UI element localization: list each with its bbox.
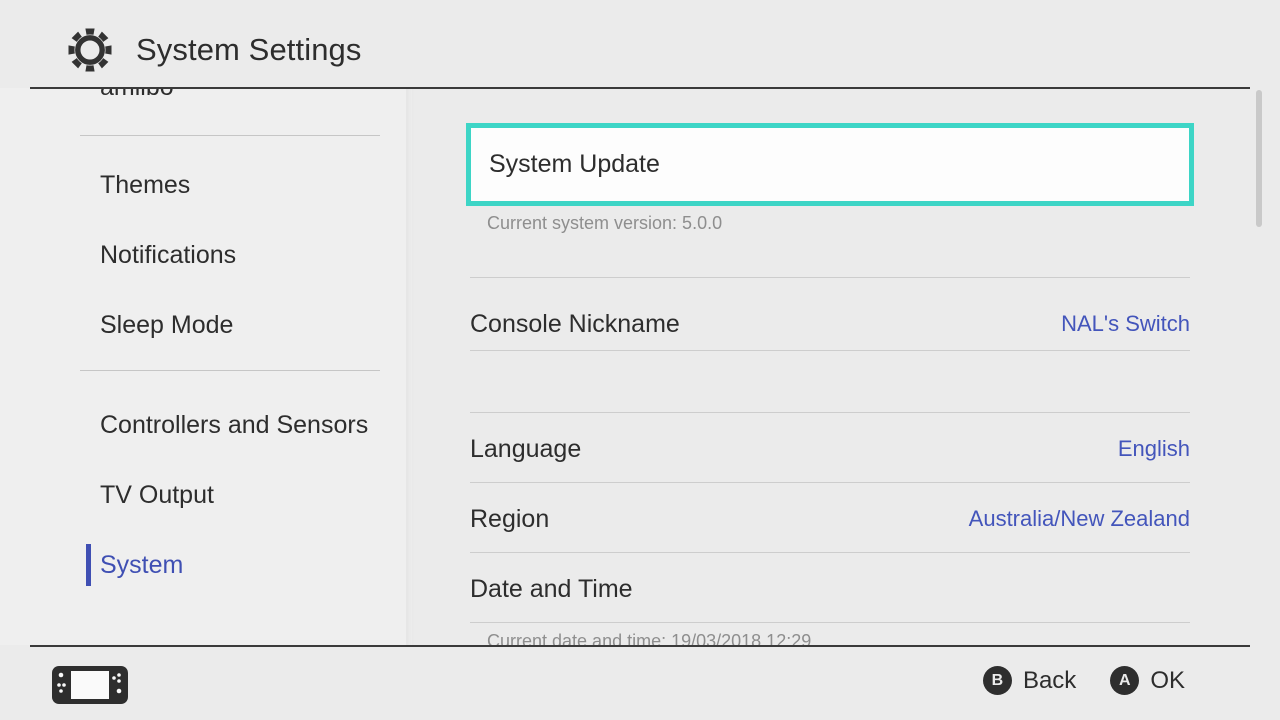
ok-action[interactable]: A OK	[1110, 666, 1185, 695]
system-version-note: Current system version: 5.0.0	[487, 213, 723, 233]
row-label: Console Nickname	[470, 309, 680, 338]
content-divider-2	[470, 350, 1190, 351]
gear-icon	[68, 28, 112, 72]
sidebar-item-controllers-and-sensors[interactable]: Controllers and Sensors	[0, 390, 412, 460]
sidebar-item-sleep-mode[interactable]: Sleep Mode	[0, 290, 412, 360]
sidebar-item-label: System	[100, 550, 184, 579]
sidebar-item-system[interactable]: System	[0, 530, 412, 600]
switch-console-icon	[52, 666, 128, 704]
content-scrollbar[interactable]	[1256, 90, 1262, 643]
button-b-icon: B	[982, 666, 1012, 695]
row-value: English	[1117, 436, 1190, 461]
footer-actions: B Back A OK	[982, 666, 1185, 695]
sidebar-item-label: Notifications	[100, 240, 237, 269]
sidebar-item-notifications[interactable]: Notifications	[0, 220, 412, 290]
content-divider-1	[470, 277, 1190, 278]
content-divider-3	[470, 412, 1190, 413]
content-divider-6	[470, 622, 1190, 623]
row-value: Australia/New Zealand	[968, 506, 1190, 531]
sidebar-divider-2	[80, 370, 380, 371]
sidebar-divider-1	[80, 135, 380, 136]
sidebar-item-tv-output[interactable]: TV Output	[0, 460, 412, 530]
setting-row-system-update[interactable]: System Update	[466, 123, 1194, 206]
row-label: Language	[470, 434, 582, 463]
settings-content-panel: System Update Current system version: 5.…	[412, 88, 1280, 645]
sidebar-item-label: TV Output	[100, 480, 214, 509]
sidebar-item-themes[interactable]: Themes	[0, 150, 412, 220]
page-title: System Settings	[136, 31, 362, 67]
scrollbar-thumb[interactable]	[1256, 90, 1262, 227]
content-divider-4	[470, 482, 1190, 483]
setting-row-region[interactable]: Region Australia/New Zealand	[470, 488, 1190, 550]
setting-row-date-and-time[interactable]: Date and Time	[470, 558, 1190, 620]
setting-row-language[interactable]: Language English	[470, 418, 1190, 480]
sidebar: amiibo Themes Notifications Sleep Mode C…	[0, 0, 412, 645]
row-label: System Update	[489, 150, 660, 178]
row-value: NAL's Switch	[1061, 311, 1190, 336]
sidebar-item-label: Controllers and Sensors	[100, 410, 369, 439]
header-bar: System Settings	[0, 0, 1280, 88]
back-label: Back	[1022, 666, 1077, 694]
row-label: Region	[470, 504, 550, 533]
sidebar-item-label: Sleep Mode	[100, 310, 234, 339]
row-label: Date and Time	[470, 574, 633, 603]
back-action[interactable]: B Back	[982, 666, 1077, 695]
system-settings-screen: amiibo Themes Notifications Sleep Mode C…	[0, 0, 1280, 720]
header-divider	[30, 87, 1250, 89]
date-time-note: Current date and time: 19/03/2018 12:29	[487, 631, 812, 645]
footer-divider	[30, 645, 1250, 647]
content-divider-5	[470, 552, 1190, 553]
button-a-icon: A	[1110, 666, 1140, 695]
setting-row-console-nickname[interactable]: Console Nickname NAL's Switch	[470, 293, 1190, 355]
sidebar-item-label: Themes	[100, 170, 191, 199]
ok-label: OK	[1150, 666, 1185, 694]
